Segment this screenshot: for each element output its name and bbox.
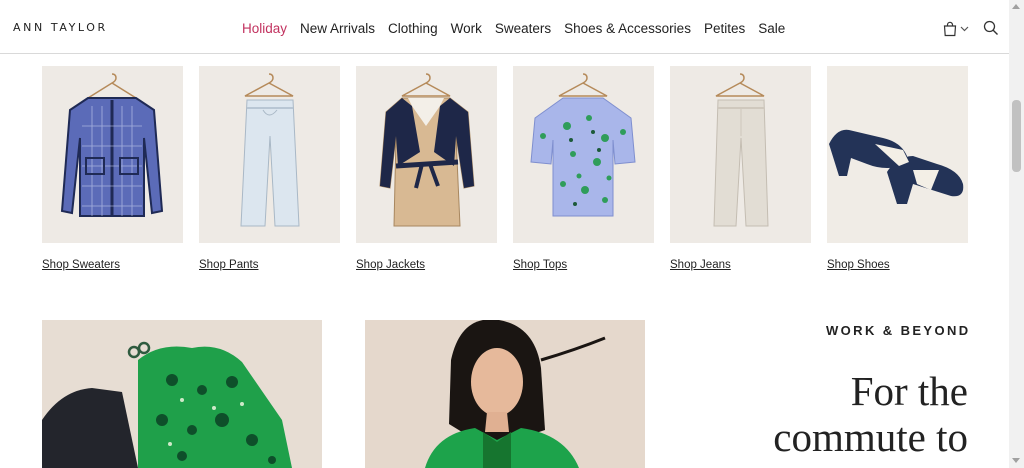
- search-icon[interactable]: [983, 20, 999, 36]
- feature-headline: For the commute to: [773, 368, 968, 460]
- category-tile-shoes[interactable]: Shop Shoes: [827, 66, 968, 271]
- trench-coat-image[interactable]: [356, 66, 497, 243]
- category-tile-jeans[interactable]: Shop Jeans: [670, 66, 811, 271]
- model-green-jacket-image[interactable]: [365, 320, 645, 468]
- category-tile-tops[interactable]: Shop Tops: [513, 66, 654, 271]
- shop-shoes-link[interactable]: Shop Shoes: [827, 259, 968, 271]
- loafer-shoes-image[interactable]: [827, 66, 968, 243]
- nav-item-clothing[interactable]: Clothing: [388, 21, 438, 36]
- headline-line-2: commute to: [773, 414, 968, 460]
- scroll-down-arrow-icon[interactable]: [1012, 458, 1020, 463]
- vertical-scrollbar[interactable]: [1009, 0, 1024, 468]
- headline-line-1: For the: [850, 368, 968, 414]
- nav-item-sale[interactable]: Sale: [758, 21, 785, 36]
- sweater-image[interactable]: [42, 66, 183, 243]
- nav-item-new-arrivals[interactable]: New Arrivals: [300, 21, 375, 36]
- nav-item-petites[interactable]: Petites: [704, 21, 745, 36]
- category-tile-pants[interactable]: Shop Pants: [199, 66, 340, 271]
- shop-sweaters-link[interactable]: Shop Sweaters: [42, 259, 183, 271]
- printed-top-image[interactable]: [513, 66, 654, 243]
- category-tile-sweaters[interactable]: Shop Sweaters: [42, 66, 183, 271]
- nav-item-work[interactable]: Work: [451, 21, 482, 36]
- shop-tops-link[interactable]: Shop Tops: [513, 259, 654, 271]
- shop-jeans-link[interactable]: Shop Jeans: [670, 259, 811, 271]
- pants-image[interactable]: [199, 66, 340, 243]
- jeans-image[interactable]: [670, 66, 811, 243]
- scrollbar-thumb[interactable]: [1012, 100, 1021, 172]
- nav-item-sweaters[interactable]: Sweaters: [495, 21, 551, 36]
- shopping-bag-icon[interactable]: [942, 21, 958, 37]
- scroll-up-arrow-icon[interactable]: [1012, 4, 1020, 9]
- brand-logo[interactable]: ANN TAYLOR: [13, 21, 108, 34]
- chevron-down-icon[interactable]: [960, 24, 969, 33]
- shop-jackets-link[interactable]: Shop Jackets: [356, 259, 497, 271]
- category-tile-jackets[interactable]: Shop Jackets: [356, 66, 497, 271]
- flat-lay-outfit-image[interactable]: [42, 320, 322, 468]
- nav-item-shoes-accessories[interactable]: Shoes & Accessories: [564, 21, 691, 36]
- site-header: ANN TAYLOR Holiday New Arrivals Clothing…: [0, 0, 1009, 54]
- shop-pants-link[interactable]: Shop Pants: [199, 259, 340, 271]
- main-nav: Holiday New Arrivals Clothing Work Sweat…: [242, 21, 785, 36]
- nav-item-holiday[interactable]: Holiday: [242, 21, 287, 36]
- section-eyebrow: WORK & BEYOND: [826, 323, 971, 338]
